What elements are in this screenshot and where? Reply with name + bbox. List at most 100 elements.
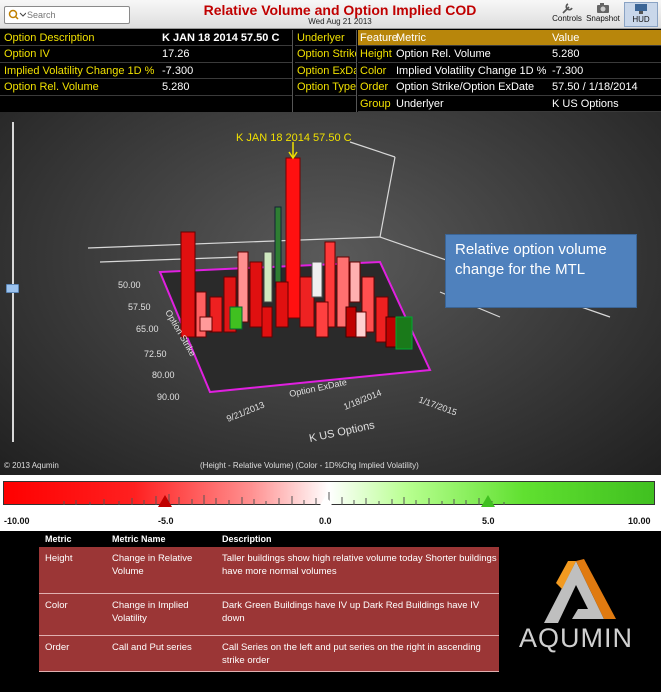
legend-metric: Color <box>45 600 68 611</box>
building[interactable] <box>229 306 243 330</box>
exdate-tick: 1/17/2015 <box>417 394 458 417</box>
legend-description: Taller buildings show high relative volu… <box>222 553 497 577</box>
legend-header-name: Metric Name <box>112 534 166 544</box>
hud-button[interactable]: HUD <box>624 2 658 27</box>
building[interactable] <box>345 306 357 338</box>
info-row: Underlyer <box>295 30 356 47</box>
callout-note: Relative option volume change for the MT… <box>445 234 637 308</box>
legend-description: Dark Green Buildings have IV up Dark Red… <box>222 600 480 624</box>
search-box[interactable] <box>4 6 130 24</box>
legend-name: Change in Implied Volatility <box>112 600 189 624</box>
metric-cell: Option Rel. Volume <box>396 48 491 61</box>
feature-header: Feature <box>360 32 398 44</box>
hud-label: HUD <box>632 15 650 24</box>
info-row: Option Type <box>295 79 357 96</box>
underlyer-panel: Underlyer Option Strike Option ExDate Op… <box>295 30 357 112</box>
info-label: Option Strike <box>297 48 357 61</box>
feature-cell: Group <box>360 97 391 110</box>
info-label: Option Description <box>4 32 95 44</box>
building[interactable] <box>275 281 289 328</box>
controls-button[interactable]: Controls <box>550 2 584 27</box>
feature-row: Color Implied Volatility Change 1D % -7.30… <box>358 63 661 80</box>
focus-label: K JAN 18 2014 57.50 C <box>236 132 352 144</box>
strike-tick: 80.00 <box>152 370 175 380</box>
app-window: Relative Volume and Option Implied COD W… <box>0 0 661 692</box>
info-label: Underlyer <box>297 32 345 44</box>
group-label: K US Options <box>308 419 376 445</box>
scale-marker-pos <box>481 495 495 507</box>
building[interactable] <box>263 251 273 303</box>
scale-marker-neg <box>158 495 172 507</box>
legend-metric: Height <box>45 553 73 564</box>
info-label: Option Type <box>297 81 357 94</box>
metric-cell: Option Strike/Option ExDate <box>396 81 535 94</box>
building[interactable] <box>349 261 361 303</box>
strike-tick: 57.50 <box>128 302 151 312</box>
toolbar: Relative Volume and Option Implied COD W… <box>0 0 661 29</box>
info-value: 17.26 <box>162 48 190 61</box>
building[interactable] <box>199 316 213 332</box>
legend-row: Order Call and Put series Call Series on… <box>39 636 499 672</box>
volume-3d-viewport[interactable]: 50.00 57.50 65.00 72.50 80.00 90.00 Opti… <box>0 112 661 475</box>
scale-label-max: 10.00 <box>628 516 651 526</box>
info-row: Option Strike <box>295 46 357 63</box>
legend-row: Height Change in Relative Volume Taller … <box>39 547 499 594</box>
copyright-text: © 2013 Aqumin <box>4 461 59 470</box>
building[interactable] <box>180 231 196 338</box>
legend-description: Call Series on the left and put series o… <box>222 642 481 666</box>
app-title: Relative Volume and Option Implied COD <box>203 2 477 18</box>
scale-label-zero: 0.0 <box>319 516 332 526</box>
feature-row: Order Option Strike/Option ExDate 57.50 / … <box>358 79 661 96</box>
camera-icon <box>597 3 609 13</box>
snapshot-button[interactable]: Snapshot <box>586 2 620 27</box>
info-label: Option IV <box>4 48 50 61</box>
legend-row: Color Change in Implied Volatility Dark … <box>39 594 499 636</box>
strike-tick: 50.00 <box>118 280 141 290</box>
metric-header: Metric <box>396 32 426 44</box>
feature-cell: Height <box>360 48 392 61</box>
feature-cell: Order <box>360 81 389 94</box>
building[interactable] <box>249 261 263 328</box>
controls-label: Controls <box>552 14 582 23</box>
feature-row: Height Option Rel. Volume 5.280 <box>358 46 661 63</box>
building[interactable] <box>311 261 323 298</box>
info-value: 5.280 <box>162 81 190 94</box>
wrench-icon <box>562 3 573 14</box>
value-header: Value <box>552 32 580 44</box>
value-cell: 57.50 / 1/18/2014 <box>552 81 638 94</box>
info-value: K JAN 18 2014 57.50 C <box>162 32 280 44</box>
legend-table: Metric Metric Name Description Height Ch… <box>39 531 499 672</box>
building[interactable] <box>385 316 397 348</box>
value-cell: K US Options <box>552 97 619 110</box>
building[interactable] <box>274 206 282 288</box>
search-icon <box>8 9 26 20</box>
monitor-icon <box>635 4 647 14</box>
app-date: Wed Aug 21 2013 <box>308 17 372 26</box>
scale-label-neg: -5.0 <box>158 516 174 526</box>
search-input[interactable] <box>27 8 127 22</box>
info-row: Option IV 17.26 <box>0 46 292 63</box>
info-label: Implied Volatility Change 1D % <box>4 64 155 77</box>
building[interactable] <box>355 311 367 338</box>
strike-tick: 72.50 <box>144 349 167 359</box>
value-cell: -7.300 <box>552 64 584 77</box>
building[interactable] <box>395 316 413 350</box>
option-info-panel: Option Description K JAN 18 2014 57.50 C … <box>0 30 293 112</box>
value-cell: 5.280 <box>552 48 580 61</box>
metric-cell: Underlyer <box>396 97 444 110</box>
legend-header-description: Description <box>222 534 272 544</box>
info-row: Option ExDate <box>295 63 356 80</box>
legend-caption: (Height - Relative Volume) (Color - 1D%C… <box>200 461 419 470</box>
exdate-tick: 9/21/2013 <box>225 400 266 424</box>
strike-tick: 65.00 <box>136 324 159 334</box>
metric-cell: Implied Volatility Change 1D % <box>396 64 547 77</box>
info-row: Implied Volatility Change 1D % -7.300 <box>0 63 292 80</box>
feature-metric-panel: Feature Metric Value Height Option Rel. V… <box>358 30 661 112</box>
exdate-tick: 1/18/2014 <box>342 388 383 412</box>
info-label: Option ExDate <box>297 64 356 77</box>
building[interactable] <box>261 306 273 338</box>
snapshot-label: Snapshot <box>586 14 620 23</box>
info-value: -7.300 <box>162 64 194 77</box>
legend-header: Metric Metric Name Description <box>39 531 499 547</box>
building[interactable] <box>315 301 329 338</box>
